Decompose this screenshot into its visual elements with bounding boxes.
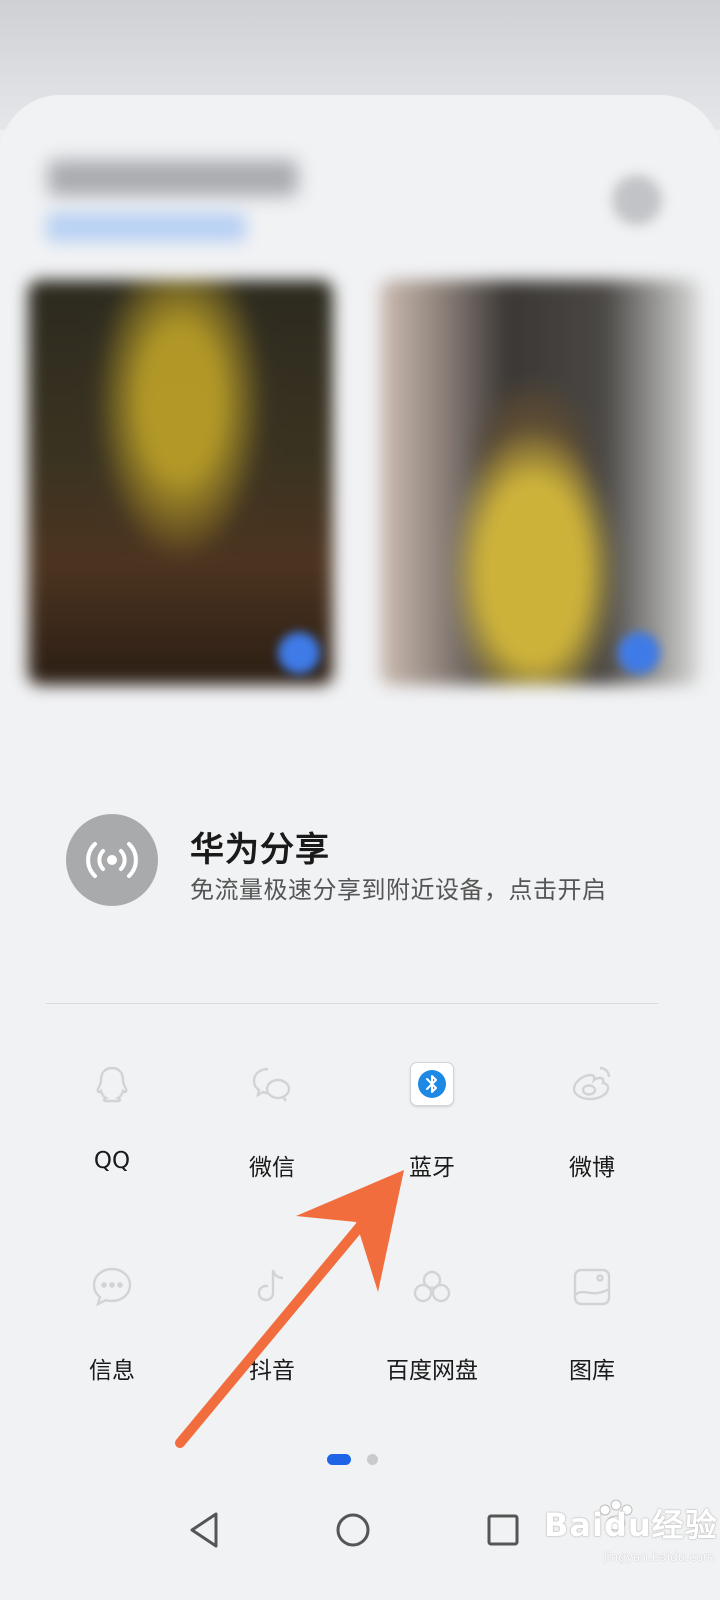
watermark-url: jingyan.baidu.com bbox=[604, 1550, 715, 1564]
douyin-icon bbox=[250, 1265, 294, 1309]
app-label: 微博 bbox=[569, 1155, 615, 1181]
nav-back-button[interactable] bbox=[180, 1508, 230, 1552]
app-label: 图库 bbox=[569, 1358, 615, 1384]
app-label: 蓝牙 bbox=[409, 1155, 455, 1181]
blurred-header-title bbox=[48, 160, 298, 196]
app-label: 微信 bbox=[249, 1155, 295, 1181]
share-target-weibo[interactable]: 微博 bbox=[522, 1062, 662, 1212]
share-target-wechat[interactable]: 微信 bbox=[202, 1062, 342, 1212]
share-target-bluetooth[interactable]: 蓝牙 bbox=[362, 1062, 502, 1212]
home-circle-icon bbox=[336, 1513, 370, 1547]
baidu-netdisk-icon bbox=[410, 1265, 454, 1309]
nav-home-button[interactable] bbox=[328, 1508, 378, 1552]
gallery-icon bbox=[570, 1265, 614, 1309]
share-target-gallery[interactable]: 图库 bbox=[522, 1265, 662, 1415]
share-target-douyin[interactable]: 抖音 bbox=[202, 1265, 342, 1415]
photo-select-badge-1 bbox=[278, 632, 320, 674]
huawei-share-subtitle[interactable]: 免流量极速分享到附近设备，点击开启 bbox=[190, 870, 607, 905]
bluetooth-icon bbox=[410, 1062, 454, 1106]
blurred-header-button bbox=[612, 175, 662, 225]
photo-select-badge-2 bbox=[618, 632, 660, 674]
divider bbox=[46, 1003, 658, 1004]
page-indicator bbox=[367, 1454, 378, 1465]
back-triangle-icon bbox=[190, 1512, 218, 1548]
nav-recents-button[interactable] bbox=[478, 1508, 528, 1552]
huawei-share-title: 华为分享 bbox=[190, 830, 330, 870]
qq-icon bbox=[90, 1062, 134, 1106]
app-label: QQ bbox=[93, 1148, 131, 1174]
wechat-icon bbox=[250, 1062, 294, 1106]
weibo-icon bbox=[570, 1062, 614, 1106]
page-indicator-active bbox=[327, 1454, 351, 1465]
broadcast-icon bbox=[86, 842, 138, 878]
photo-preview-2 bbox=[380, 280, 700, 685]
share-target-baidu-netdisk[interactable]: 百度网盘 bbox=[362, 1265, 502, 1415]
share-target-qq[interactable]: QQ bbox=[42, 1062, 182, 1212]
recents-square-icon bbox=[487, 1514, 519, 1546]
share-target-messages[interactable]: 信息 bbox=[42, 1265, 182, 1415]
huawei-share-button[interactable] bbox=[66, 814, 158, 906]
app-label: 百度网盘 bbox=[386, 1358, 478, 1384]
photo-preview-1 bbox=[28, 280, 333, 685]
watermark-text: Baidu经验 bbox=[544, 1506, 718, 1544]
app-label: 抖音 bbox=[249, 1358, 295, 1384]
app-label: 信息 bbox=[89, 1358, 135, 1384]
blurred-header-subtitle bbox=[46, 212, 246, 242]
messages-icon bbox=[90, 1265, 134, 1309]
